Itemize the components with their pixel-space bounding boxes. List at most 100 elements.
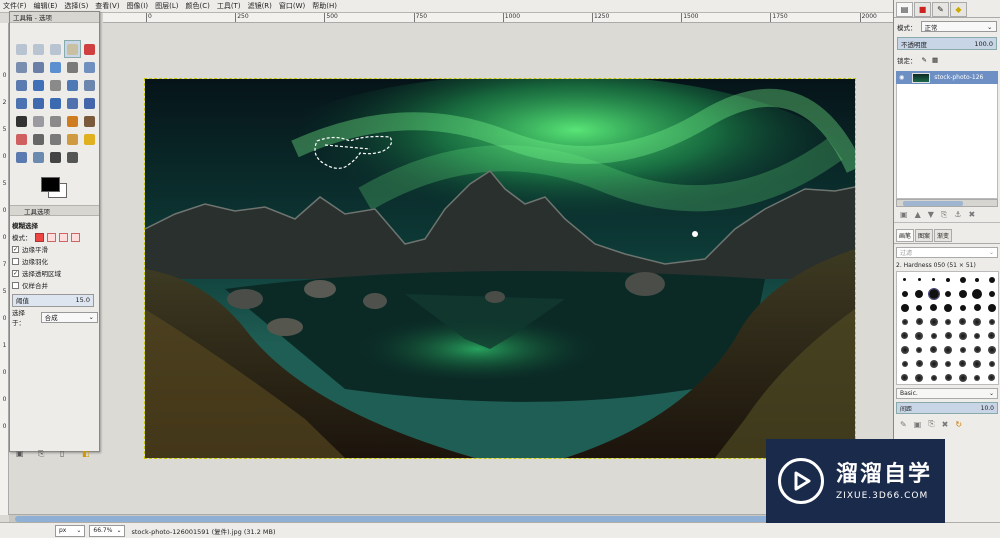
mode-replace-icon[interactable]	[34, 232, 44, 242]
tool-button-0[interactable]	[13, 40, 30, 58]
foreground-color[interactable]	[41, 177, 60, 192]
brush-thumb[interactable]	[903, 278, 906, 281]
brush-thumb[interactable]	[973, 317, 981, 326]
tool-button-20[interactable]	[13, 112, 30, 130]
brush-thumb[interactable]	[915, 331, 923, 340]
brush-thumb[interactable]	[930, 332, 937, 339]
antialias-row[interactable]: ✓ 边缘平滑	[12, 243, 98, 255]
brush-thumb[interactable]	[988, 374, 995, 381]
brush-thumb[interactable]	[929, 359, 938, 368]
brush-thumb[interactable]	[987, 303, 996, 312]
brush-thumb[interactable]	[988, 360, 995, 367]
opacity-slider[interactable]: 不透明度 100.0	[897, 37, 997, 50]
brush-thumb[interactable]	[944, 303, 952, 312]
brush-thumb[interactable]	[915, 373, 923, 382]
spacing-slider[interactable]: 间距 10.0	[896, 402, 998, 414]
brush-thumb[interactable]	[901, 360, 908, 367]
brush-thumb[interactable]	[930, 374, 937, 381]
sample-merged-row[interactable]: 仅样合并	[12, 279, 98, 291]
brush-thumb[interactable]	[915, 360, 923, 367]
brush-thumb[interactable]	[901, 374, 908, 381]
brush-thumb[interactable]	[959, 360, 966, 367]
tool-button-27[interactable]	[47, 130, 64, 148]
brush-thumb[interactable]	[916, 304, 922, 311]
tool-button-16[interactable]	[30, 94, 47, 112]
zoom-combo[interactable]: 66.7% ⌄	[89, 524, 126, 537]
image-canvas[interactable]	[144, 78, 856, 459]
menu-item-8[interactable]: 滤镜(R)	[248, 1, 272, 11]
brush-thumb[interactable]	[959, 304, 966, 311]
tool-button-10[interactable]	[13, 76, 30, 94]
lock-pixels-icon[interactable]: ✎	[922, 56, 927, 64]
brush-thumb[interactable]	[958, 373, 967, 382]
tool-button-4[interactable]	[81, 40, 98, 58]
brush-filter-input[interactable]: 过滤 ⌄	[896, 247, 998, 258]
brush-thumb[interactable]	[958, 331, 967, 340]
brush-thumb[interactable]	[988, 332, 995, 339]
brush-thumb[interactable]	[973, 304, 981, 311]
brush-tab-1[interactable]: 图案	[915, 229, 934, 242]
menu-item-2[interactable]: 选择(S)	[64, 1, 88, 11]
brush-thumb[interactable]	[945, 318, 951, 325]
brush-thumb[interactable]	[900, 303, 909, 312]
tool-button-1[interactable]	[30, 40, 47, 58]
brush-thumb[interactable]	[987, 345, 996, 354]
tool-button-15[interactable]	[13, 94, 30, 112]
menu-item-10[interactable]: 帮助(H)	[312, 1, 337, 11]
paths-tab-icon[interactable]: ✎	[932, 2, 949, 17]
brush-thumb[interactable]	[972, 288, 982, 299]
brush-preset-combo[interactable]: Basic. ⌄	[896, 388, 998, 399]
brush-thumb[interactable]	[915, 289, 923, 298]
brush-tab-0[interactable]: 画笔	[896, 229, 915, 242]
antialias-checkbox[interactable]: ✓	[12, 245, 19, 253]
layers-tab-icon[interactable]: ▤	[896, 2, 913, 17]
lower-layer-icon[interactable]: ▼	[928, 210, 934, 219]
mode-subtract-icon[interactable]	[58, 232, 68, 242]
brush-thumb[interactable]	[930, 346, 937, 353]
mode-add-icon[interactable]	[46, 232, 56, 242]
layers-scrollbar[interactable]	[896, 199, 998, 207]
menu-item-0[interactable]: 文件(F)	[3, 1, 27, 11]
brush-thumb[interactable]	[973, 359, 981, 368]
new-brush-icon[interactable]: ▣	[914, 420, 922, 429]
eye-icon[interactable]: ◉	[899, 74, 904, 81]
save-options-icon[interactable]: ▣	[16, 449, 26, 458]
brush-thumb[interactable]	[944, 332, 952, 339]
brush-thumb[interactable]	[988, 276, 995, 283]
brush-thumb[interactable]	[929, 317, 938, 326]
brush-thumb[interactable]	[901, 332, 908, 339]
duplicate-brush-icon[interactable]: ⎘	[928, 419, 934, 429]
refresh-brush-icon[interactable]: ↻	[955, 420, 962, 429]
brush-thumb[interactable]	[974, 374, 980, 381]
brush-thumb[interactable]	[959, 346, 966, 353]
brush-thumb[interactable]	[944, 374, 952, 381]
brush-thumb[interactable]	[975, 277, 979, 282]
horizontal-scrollbar[interactable]	[9, 514, 893, 522]
brush-thumb[interactable]	[945, 290, 951, 297]
tool-button-14[interactable]	[81, 76, 98, 94]
tool-button-30[interactable]	[13, 148, 30, 166]
tool-button-26[interactable]	[30, 130, 47, 148]
tool-button-18[interactable]	[64, 94, 81, 112]
brush-thumb[interactable]	[959, 318, 966, 325]
tool-button-17[interactable]	[47, 94, 64, 112]
tool-button-28[interactable]	[64, 130, 81, 148]
brush-thumb[interactable]	[901, 318, 908, 325]
tool-button-13[interactable]	[64, 76, 81, 94]
tool-button-33[interactable]	[64, 148, 81, 166]
tool-button-29[interactable]	[81, 130, 98, 148]
menu-item-6[interactable]: 颜色(C)	[185, 1, 209, 11]
menu-item-7[interactable]: 工具(T)	[217, 1, 241, 11]
unit-combo[interactable]: px ⌄	[55, 524, 86, 537]
menu-item-1[interactable]: 编辑(E)	[34, 1, 58, 11]
brush-thumb[interactable]	[932, 278, 935, 281]
menu-item-3[interactable]: 查看(V)	[95, 1, 119, 11]
feather-checkbox[interactable]	[12, 257, 19, 265]
threshold-field[interactable]: 阈值 15.0	[12, 293, 94, 307]
reset-options-icon[interactable]: ◧	[82, 449, 92, 458]
tool-button-8[interactable]	[64, 58, 81, 76]
tool-button-6[interactable]	[30, 58, 47, 76]
layer-mode-combo[interactable]: 正常 ⌄	[920, 21, 997, 32]
brush-thumb[interactable]	[946, 277, 950, 282]
delete-layer-icon[interactable]: ✖	[968, 210, 975, 219]
